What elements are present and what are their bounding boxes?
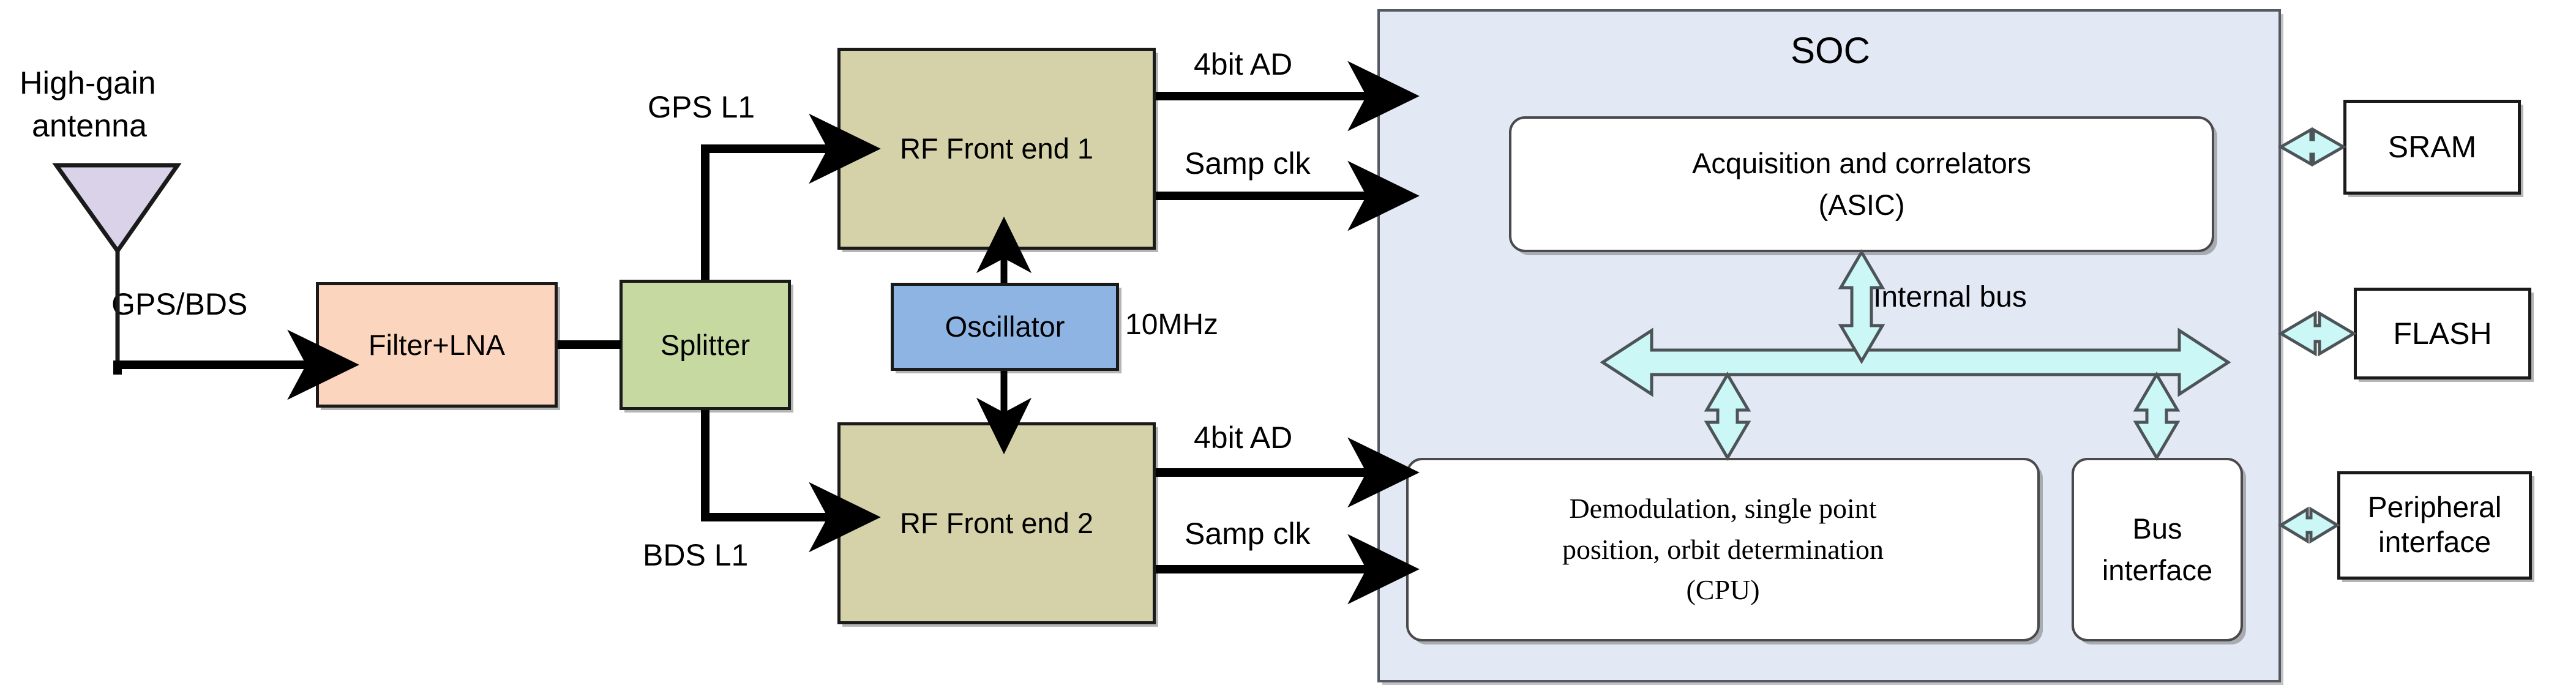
asic-block[interactable]: Acquisition and correlators (ASIC) bbox=[1509, 116, 2214, 252]
peripheral-interface-block[interactable]: Peripheral interface bbox=[2337, 471, 2532, 580]
sram-link-arrow bbox=[2277, 127, 2347, 167]
rf1-clk-label: Samp clk bbox=[1185, 146, 1311, 181]
oscillator-label: Oscillator bbox=[945, 310, 1065, 343]
bus-interface-line1: Bus bbox=[2132, 512, 2182, 545]
antenna-icon bbox=[52, 163, 182, 375]
peripheral-interface-line2: interface bbox=[2378, 526, 2492, 559]
asic-line1: Acquisition and correlators bbox=[1692, 146, 2031, 179]
sram-block[interactable]: SRAM bbox=[2343, 100, 2521, 195]
bus-interface-block[interactable]: Bus interface bbox=[2072, 458, 2243, 641]
oscillator-block[interactable]: Oscillator bbox=[891, 283, 1119, 371]
filter-lna-block[interactable]: Filter+LNA bbox=[316, 282, 558, 408]
internal-bus-label: Internal bus bbox=[1873, 281, 2027, 313]
wire-antenna-to-filter bbox=[113, 329, 359, 400]
cpu-line3: (CPU) bbox=[1686, 574, 1760, 606]
flash-block-label: FLASH bbox=[2393, 316, 2492, 351]
filter-lna-label: Filter+LNA bbox=[368, 328, 506, 361]
bds-l1-label: BDS L1 bbox=[643, 538, 749, 572]
bus-interface-line2: interface bbox=[2102, 554, 2213, 586]
peripheral-interface-line1: Peripheral bbox=[2367, 491, 2502, 524]
flash-link-arrow bbox=[2278, 310, 2357, 357]
antenna-caption-line1: High-gain bbox=[20, 65, 156, 101]
splitter-block[interactable]: Splitter bbox=[620, 280, 791, 410]
splitter-label: Splitter bbox=[660, 328, 751, 361]
rf-front-end-1-block[interactable]: RF Front end 1 bbox=[837, 48, 1156, 250]
rf1-ad-label: 4bit AD bbox=[1194, 47, 1293, 81]
rf-front-end-1-label: RF Front end 1 bbox=[899, 132, 1094, 165]
sram-label: SRAM bbox=[2387, 130, 2477, 164]
wire-splitter-to-rf2 bbox=[701, 410, 881, 553]
peripheral-link-arrow bbox=[2278, 506, 2340, 544]
cpu-line2: position, orbit determination bbox=[1562, 533, 1884, 565]
oscillator-frequency-label: 10MHz bbox=[1125, 308, 1219, 341]
rf-front-end-2-block[interactable]: RF Front end 2 bbox=[837, 422, 1156, 624]
gps-bds-label: GPS/BDS bbox=[111, 287, 248, 321]
cpu-line1: Demodulation, single point bbox=[1569, 492, 1877, 524]
flash-block[interactable]: FLASH bbox=[2354, 288, 2531, 379]
antenna-caption-line2: antenna bbox=[32, 108, 147, 144]
cpu-block[interactable]: Demodulation, single point position, orb… bbox=[1406, 458, 2040, 641]
rf2-clk-label: Samp clk bbox=[1185, 517, 1311, 551]
asic-line2: (ASIC) bbox=[1818, 189, 1905, 221]
wire-splitter-to-rf1 bbox=[701, 113, 881, 280]
block-diagram-canvas: SOC Acquisition and correlators (ASIC) D… bbox=[0, 0, 2576, 691]
rf2-ad-label: 4bit AD bbox=[1194, 420, 1293, 455]
soc-title: SOC bbox=[1790, 30, 1871, 71]
gps-l1-label: GPS L1 bbox=[648, 90, 755, 124]
rf-front-end-2-label: RF Front end 2 bbox=[899, 507, 1094, 540]
